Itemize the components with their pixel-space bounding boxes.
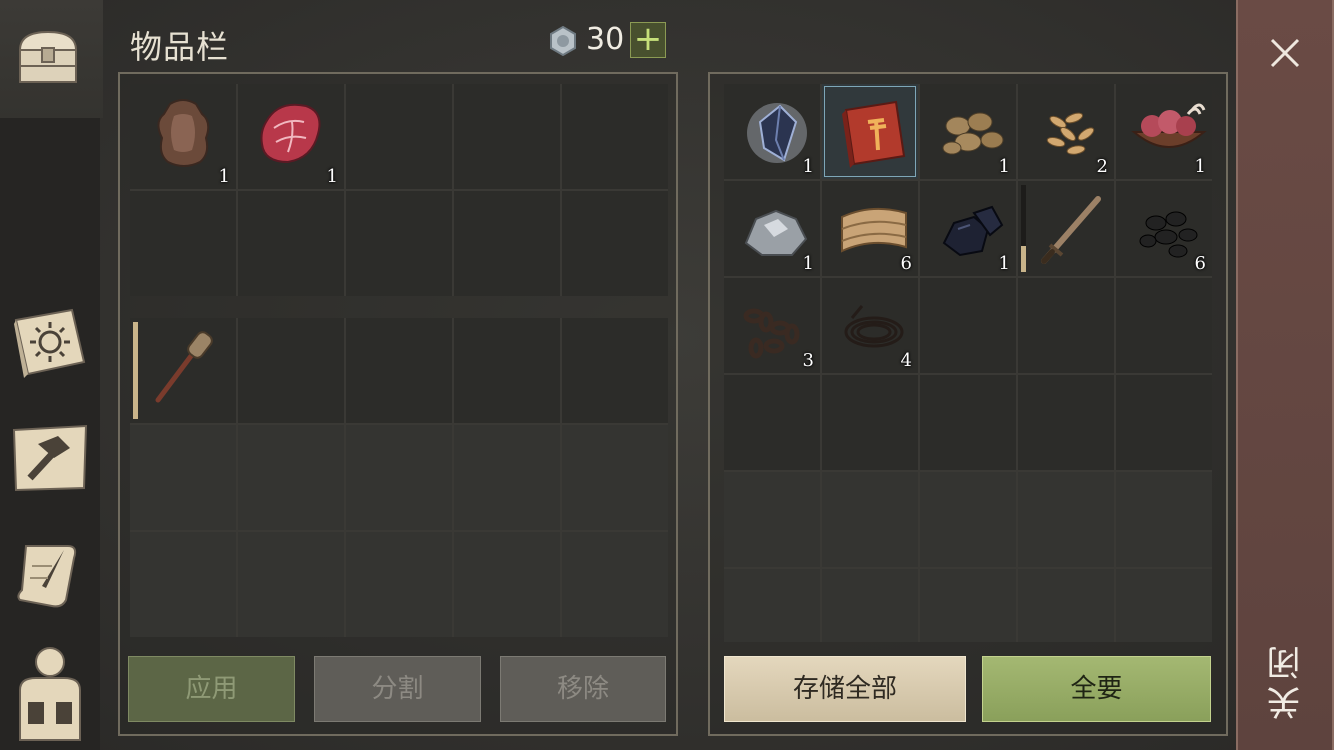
empty-slot[interactable] xyxy=(724,569,820,642)
inventory-slot-chain[interactable]: 3 xyxy=(724,278,820,373)
durability-fill xyxy=(1021,245,1026,272)
empty-slot[interactable] xyxy=(920,472,1016,567)
empty-slot[interactable] xyxy=(562,425,668,530)
sun-book-icon[interactable] xyxy=(10,304,90,380)
empty-slot[interactable] xyxy=(454,191,560,296)
close-sidebar[interactable] xyxy=(1236,0,1334,750)
crafting-hammer-icon[interactable] xyxy=(10,422,90,494)
stone-club-icon xyxy=(155,331,213,403)
durability-fill xyxy=(133,322,138,419)
empty-slot[interactable] xyxy=(1116,278,1212,373)
item-quantity: 4 xyxy=(900,350,912,371)
empty-slot[interactable] xyxy=(454,318,560,423)
inventory-slot-meat-bowl[interactable]: 1 xyxy=(1116,84,1212,179)
empty-slot[interactable] xyxy=(238,532,344,637)
empty-slot[interactable] xyxy=(920,375,1016,470)
sword-icon xyxy=(1041,196,1101,264)
inventory-slot-iron-ore[interactable]: 1 xyxy=(724,181,820,276)
close-icon[interactable] xyxy=(1262,30,1308,76)
empty-slot[interactable] xyxy=(346,191,452,296)
remove-button[interactable]: 移除 xyxy=(500,656,666,722)
empty-slot[interactable] xyxy=(238,425,344,530)
inventory-slot-sword[interactable] xyxy=(1018,181,1114,276)
page-title: 物品栏 xyxy=(130,28,230,66)
raw-meat-icon xyxy=(260,103,321,164)
empty-slot[interactable] xyxy=(454,84,560,189)
item-quantity: 6 xyxy=(900,253,912,274)
inventory-slot-coal[interactable]: 1 xyxy=(920,181,1016,276)
take-all-button[interactable]: 全要 xyxy=(982,656,1211,722)
silver-coin-icon xyxy=(550,26,576,56)
inventory-slot-hide[interactable]: 1 xyxy=(130,84,236,189)
apply-button[interactable]: 应用 xyxy=(128,656,295,722)
tab-inventory[interactable] xyxy=(0,0,103,118)
scroll-quill-icon[interactable] xyxy=(12,536,88,612)
item-quantity: 6 xyxy=(1194,253,1206,274)
item-quantity: 1 xyxy=(998,253,1010,274)
empty-slot[interactable] xyxy=(1018,472,1114,567)
inventory-slot-leather[interactable]: 6 xyxy=(822,181,918,276)
empty-slot[interactable] xyxy=(724,375,820,470)
empty-slot[interactable] xyxy=(724,472,820,567)
empty-slot[interactable] xyxy=(238,318,344,423)
item-quantity: 1 xyxy=(326,166,338,187)
empty-slot[interactable] xyxy=(822,569,918,642)
inventory-slot-stone-club[interactable] xyxy=(130,318,236,423)
empty-slot[interactable] xyxy=(562,532,668,637)
empty-slot[interactable] xyxy=(1116,375,1212,470)
empty-slot[interactable] xyxy=(238,191,344,296)
durability-bar xyxy=(1021,185,1026,272)
empty-slot[interactable] xyxy=(130,425,236,530)
empty-slot[interactable] xyxy=(822,375,918,470)
empty-slot[interactable] xyxy=(130,532,236,637)
empty-slot[interactable] xyxy=(346,425,452,530)
empty-slot[interactable] xyxy=(1018,278,1114,373)
item-quantity: 1 xyxy=(998,156,1010,177)
empty-slot[interactable] xyxy=(920,278,1016,373)
empty-slot[interactable] xyxy=(562,318,668,423)
item-quantity: 1 xyxy=(218,166,230,187)
durability-bar xyxy=(133,322,138,419)
recipe-book-icon xyxy=(842,100,906,168)
empty-slot[interactable] xyxy=(562,84,668,189)
empty-slot[interactable] xyxy=(130,191,236,296)
item-quantity: 1 xyxy=(1194,156,1206,177)
inventory-slot-crystal[interactable]: 1 xyxy=(724,84,820,179)
equipment-grid xyxy=(130,318,668,637)
empty-slot[interactable] xyxy=(1018,569,1114,642)
empty-slot[interactable] xyxy=(1116,569,1212,642)
empty-slot[interactable] xyxy=(822,472,918,567)
close-label[interactable]: 关闭 xyxy=(1262,640,1307,720)
inventory-slot-recipe-book[interactable] xyxy=(822,84,918,179)
empty-slot[interactable] xyxy=(454,532,560,637)
add-currency-button[interactable]: + xyxy=(630,22,666,58)
inventory-slot-potatoes[interactable]: 1 xyxy=(920,84,1016,179)
empty-slot[interactable] xyxy=(1018,375,1114,470)
empty-slot[interactable] xyxy=(346,84,452,189)
storage-grid: 1121161634 xyxy=(724,84,1212,642)
store-all-button[interactable]: 存储全部 xyxy=(724,656,966,722)
inventory-slot-raw-meat[interactable]: 1 xyxy=(238,84,344,189)
split-button[interactable]: 分割 xyxy=(314,656,481,722)
inventory-grid: 11 xyxy=(130,84,668,296)
inventory-slot-wire[interactable]: 4 xyxy=(822,278,918,373)
empty-slot[interactable] xyxy=(454,425,560,530)
item-quantity: 1 xyxy=(802,253,814,274)
empty-slot[interactable] xyxy=(1116,472,1212,567)
empty-slot[interactable] xyxy=(346,532,452,637)
empty-slot[interactable] xyxy=(346,318,452,423)
empty-slot[interactable] xyxy=(562,191,668,296)
item-quantity: 1 xyxy=(802,156,814,177)
currency-amount: 30 xyxy=(586,22,625,57)
item-quantity: 3 xyxy=(802,350,814,371)
hide-icon xyxy=(157,99,210,167)
inventory-slot-wheat-seeds[interactable]: 2 xyxy=(1018,84,1114,179)
empty-slot[interactable] xyxy=(920,569,1016,642)
chest-icon xyxy=(18,30,78,83)
character-backpack-icon[interactable] xyxy=(12,642,88,742)
item-quantity: 2 xyxy=(1096,156,1108,177)
inventory-slot-black-stones[interactable]: 6 xyxy=(1116,181,1212,276)
